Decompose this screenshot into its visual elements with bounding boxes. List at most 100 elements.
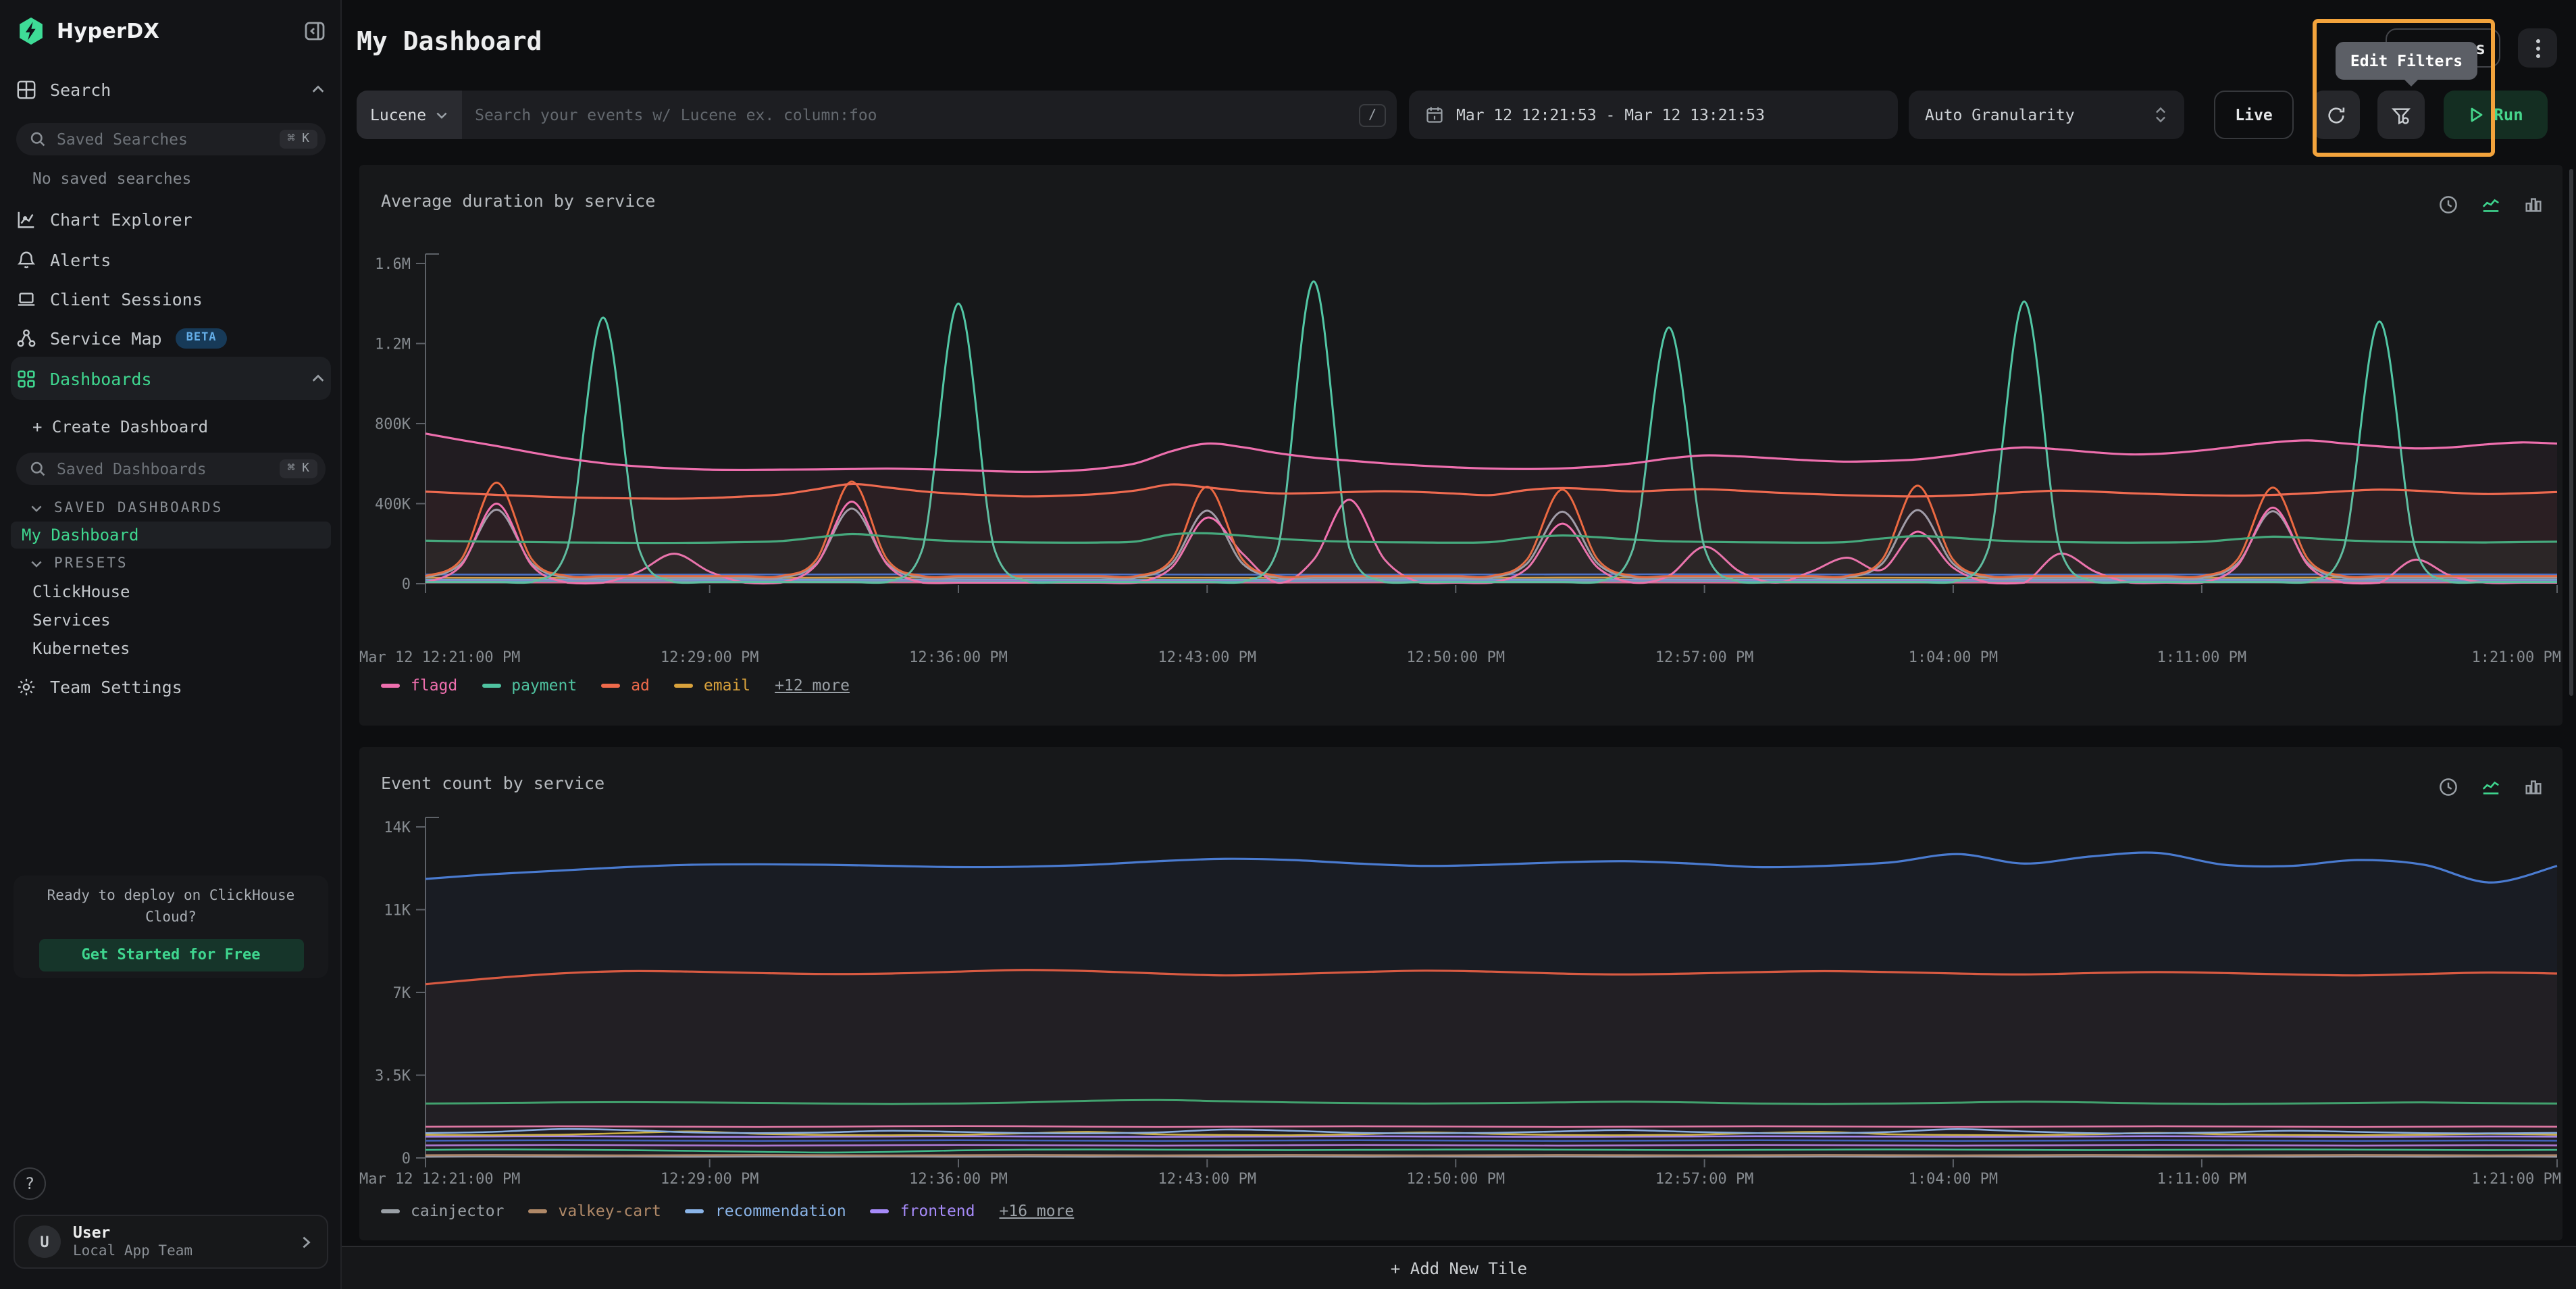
saved-dashboards-input-wrap: ⌘ K (16, 453, 326, 485)
user-name: User (73, 1223, 286, 1243)
bar-chart-toggle-icon[interactable] (2523, 195, 2544, 215)
saved-dashboards-section-header[interactable]: SAVED DASHBOARDS (30, 497, 326, 519)
legend-swatch (482, 683, 500, 687)
sidebar-item-label: Search (50, 79, 297, 99)
event-search-input[interactable] (461, 105, 1359, 124)
get-started-button[interactable]: Get Started for Free (38, 938, 303, 971)
gear-icon (16, 676, 36, 697)
tile-toolbar (2438, 777, 2544, 797)
preset-item-kubernetes[interactable]: Kubernetes (16, 635, 326, 662)
dashboard-menu-button[interactable] (2518, 28, 2557, 68)
sidebar-item-label: Chart Explorer (50, 209, 326, 229)
y-axis-tick-label: 7K (393, 985, 411, 1002)
run-button[interactable]: Run (2444, 91, 2548, 139)
preset-item-clickhouse[interactable]: ClickHouse (16, 578, 326, 605)
x-axis-tick-label: 1:21:00 PM (2472, 1171, 2561, 1188)
beta-badge: BETA (176, 328, 228, 348)
y-axis-tick-label: 11K (384, 903, 411, 919)
legend-label[interactable]: recommendation (715, 1201, 846, 1220)
laptop-icon (16, 288, 36, 309)
user-menu[interactable]: U User Local App Team (14, 1215, 328, 1269)
x-axis-tick-label: 12:29:00 PM (661, 1171, 759, 1188)
sidebar-item-alerts[interactable]: Alerts (16, 243, 326, 276)
help-button[interactable]: ? (14, 1167, 46, 1200)
x-axis-tick-label: 12:50:00 PM (1406, 649, 1505, 666)
y-axis-tick-label: 1.2M (375, 336, 411, 353)
live-button[interactable]: Live (2214, 91, 2294, 139)
time-range-picker[interactable]: Mar 12 12:21:53 - Mar 12 13:21:53 (1409, 91, 1898, 139)
saved-searches-input-wrap: ⌘ K (16, 123, 326, 155)
shortcut-chip: ⌘ K (279, 130, 317, 149)
legend-label[interactable]: email (704, 676, 750, 694)
saved-dashboard-item[interactable]: My Dashboard (11, 522, 331, 549)
line-chart-toggle-icon[interactable] (2480, 195, 2502, 215)
refresh-button[interactable] (2313, 91, 2360, 139)
chevron-up-icon (311, 371, 326, 386)
query-language-select[interactable]: Lucene (357, 91, 461, 139)
legend-more-link[interactable]: +16 more (1000, 1201, 1075, 1220)
x-axis-tick-label: 12:50:00 PM (1406, 1171, 1505, 1188)
legend-label[interactable]: frontend (900, 1201, 975, 1220)
x-axis-tick-label: 12:36:00 PM (909, 649, 1008, 666)
preset-label: ClickHouse (32, 582, 130, 601)
saved-dashboard-label: My Dashboard (22, 526, 138, 545)
chart-tile-event-count: Event count by service 03.5K7K11K14KMar … (359, 747, 2562, 1240)
preset-item-services[interactable]: Services (16, 607, 326, 634)
sidebar-item-label: Client Sessions (50, 288, 326, 309)
y-axis-tick-label: 800K (375, 416, 411, 433)
edit-filters-tooltip: Edit Filters (2336, 42, 2477, 80)
sidebar-item-team-settings[interactable]: Team Settings (16, 670, 326, 703)
page-title: My Dashboard (357, 27, 542, 57)
legend-label[interactable]: flagd (411, 676, 457, 694)
sidebar-item-client-sessions[interactable]: Client Sessions (16, 282, 326, 315)
legend-label[interactable]: payment (511, 676, 577, 694)
run-label: Run (2494, 105, 2523, 124)
section-label: PRESETS (54, 555, 128, 572)
sidebar-item-service-map[interactable]: Service Map BETA (16, 322, 326, 354)
add-new-tile-button[interactable]: + Add New Tile (342, 1246, 2576, 1289)
create-dashboard-button[interactable]: + Create Dashboard (16, 413, 326, 440)
calendar-icon (1425, 105, 1444, 124)
x-axis-tick-label: 1:04:00 PM (1909, 649, 1998, 666)
sidebar-item-search[interactable]: Search (16, 73, 326, 105)
line-chart-toggle-icon[interactable] (2480, 777, 2502, 797)
legend-more-link[interactable]: +12 more (775, 676, 850, 694)
time-toggle-icon[interactable] (2438, 777, 2458, 797)
saved-dashboards-input[interactable] (54, 458, 271, 480)
scrollbar-thumb[interactable] (2569, 169, 2573, 696)
x-axis-tick-label: 12:57:00 PM (1655, 649, 1754, 666)
collapse-sidebar-icon[interactable] (304, 20, 326, 42)
live-label: Live (2235, 105, 2272, 124)
legend-swatch (686, 1209, 704, 1213)
saved-searches-input[interactable] (54, 128, 271, 150)
legend-label[interactable]: ad (631, 676, 650, 694)
presets-section-header[interactable]: PRESETS (30, 553, 326, 574)
legend-label[interactable]: valkey-cart (559, 1201, 661, 1220)
bar-chart-toggle-icon[interactable] (2523, 777, 2544, 797)
edit-filters-button[interactable] (2377, 91, 2425, 139)
y-axis-tick-label: 400K (375, 497, 411, 513)
sidebar-item-dashboards[interactable]: Dashboards (11, 357, 331, 400)
sidebar-item-label: Alerts (50, 249, 326, 270)
sidebar-item-chart-explorer[interactable]: Chart Explorer (16, 203, 326, 235)
time-toggle-icon[interactable] (2438, 195, 2458, 215)
duration-chart[interactable]: 0400K800K1.2M1.6MMar 12 12:21:00 PM12:29… (359, 246, 2562, 692)
cloud-card-line1: Ready to deploy on ClickHouse (14, 886, 328, 908)
app-root: HyperDX Search ⌘ K No saved searches Cha… (0, 0, 2576, 1289)
preset-label: Kubernetes (32, 639, 130, 658)
avatar: U (28, 1225, 61, 1258)
tile-title: Average duration by service (381, 191, 655, 211)
preset-label: Services (32, 611, 111, 630)
tooltip-label: Edit Filters (2350, 51, 2463, 70)
legend-label[interactable]: cainjector (411, 1201, 505, 1220)
time-range-value: Mar 12 12:21:53 - Mar 12 13:21:53 (1456, 105, 1765, 124)
cloud-card-line2: Cloud? (14, 908, 328, 930)
event-count-chart[interactable]: 03.5K7K11K14KMar 12 12:21:00 PM12:29:00 … (359, 809, 2562, 1228)
x-axis-tick-label: 12:57:00 PM (1655, 1171, 1754, 1188)
logo-row: HyperDX (16, 14, 326, 49)
query-searchbar: Lucene / (357, 91, 1397, 139)
legend-swatch (871, 1209, 890, 1213)
chart-legend: flagd payment ad email +12 more (381, 676, 850, 694)
chevron-right-icon (299, 1234, 313, 1249)
granularity-select[interactable]: Auto Granularity (1909, 91, 2184, 139)
